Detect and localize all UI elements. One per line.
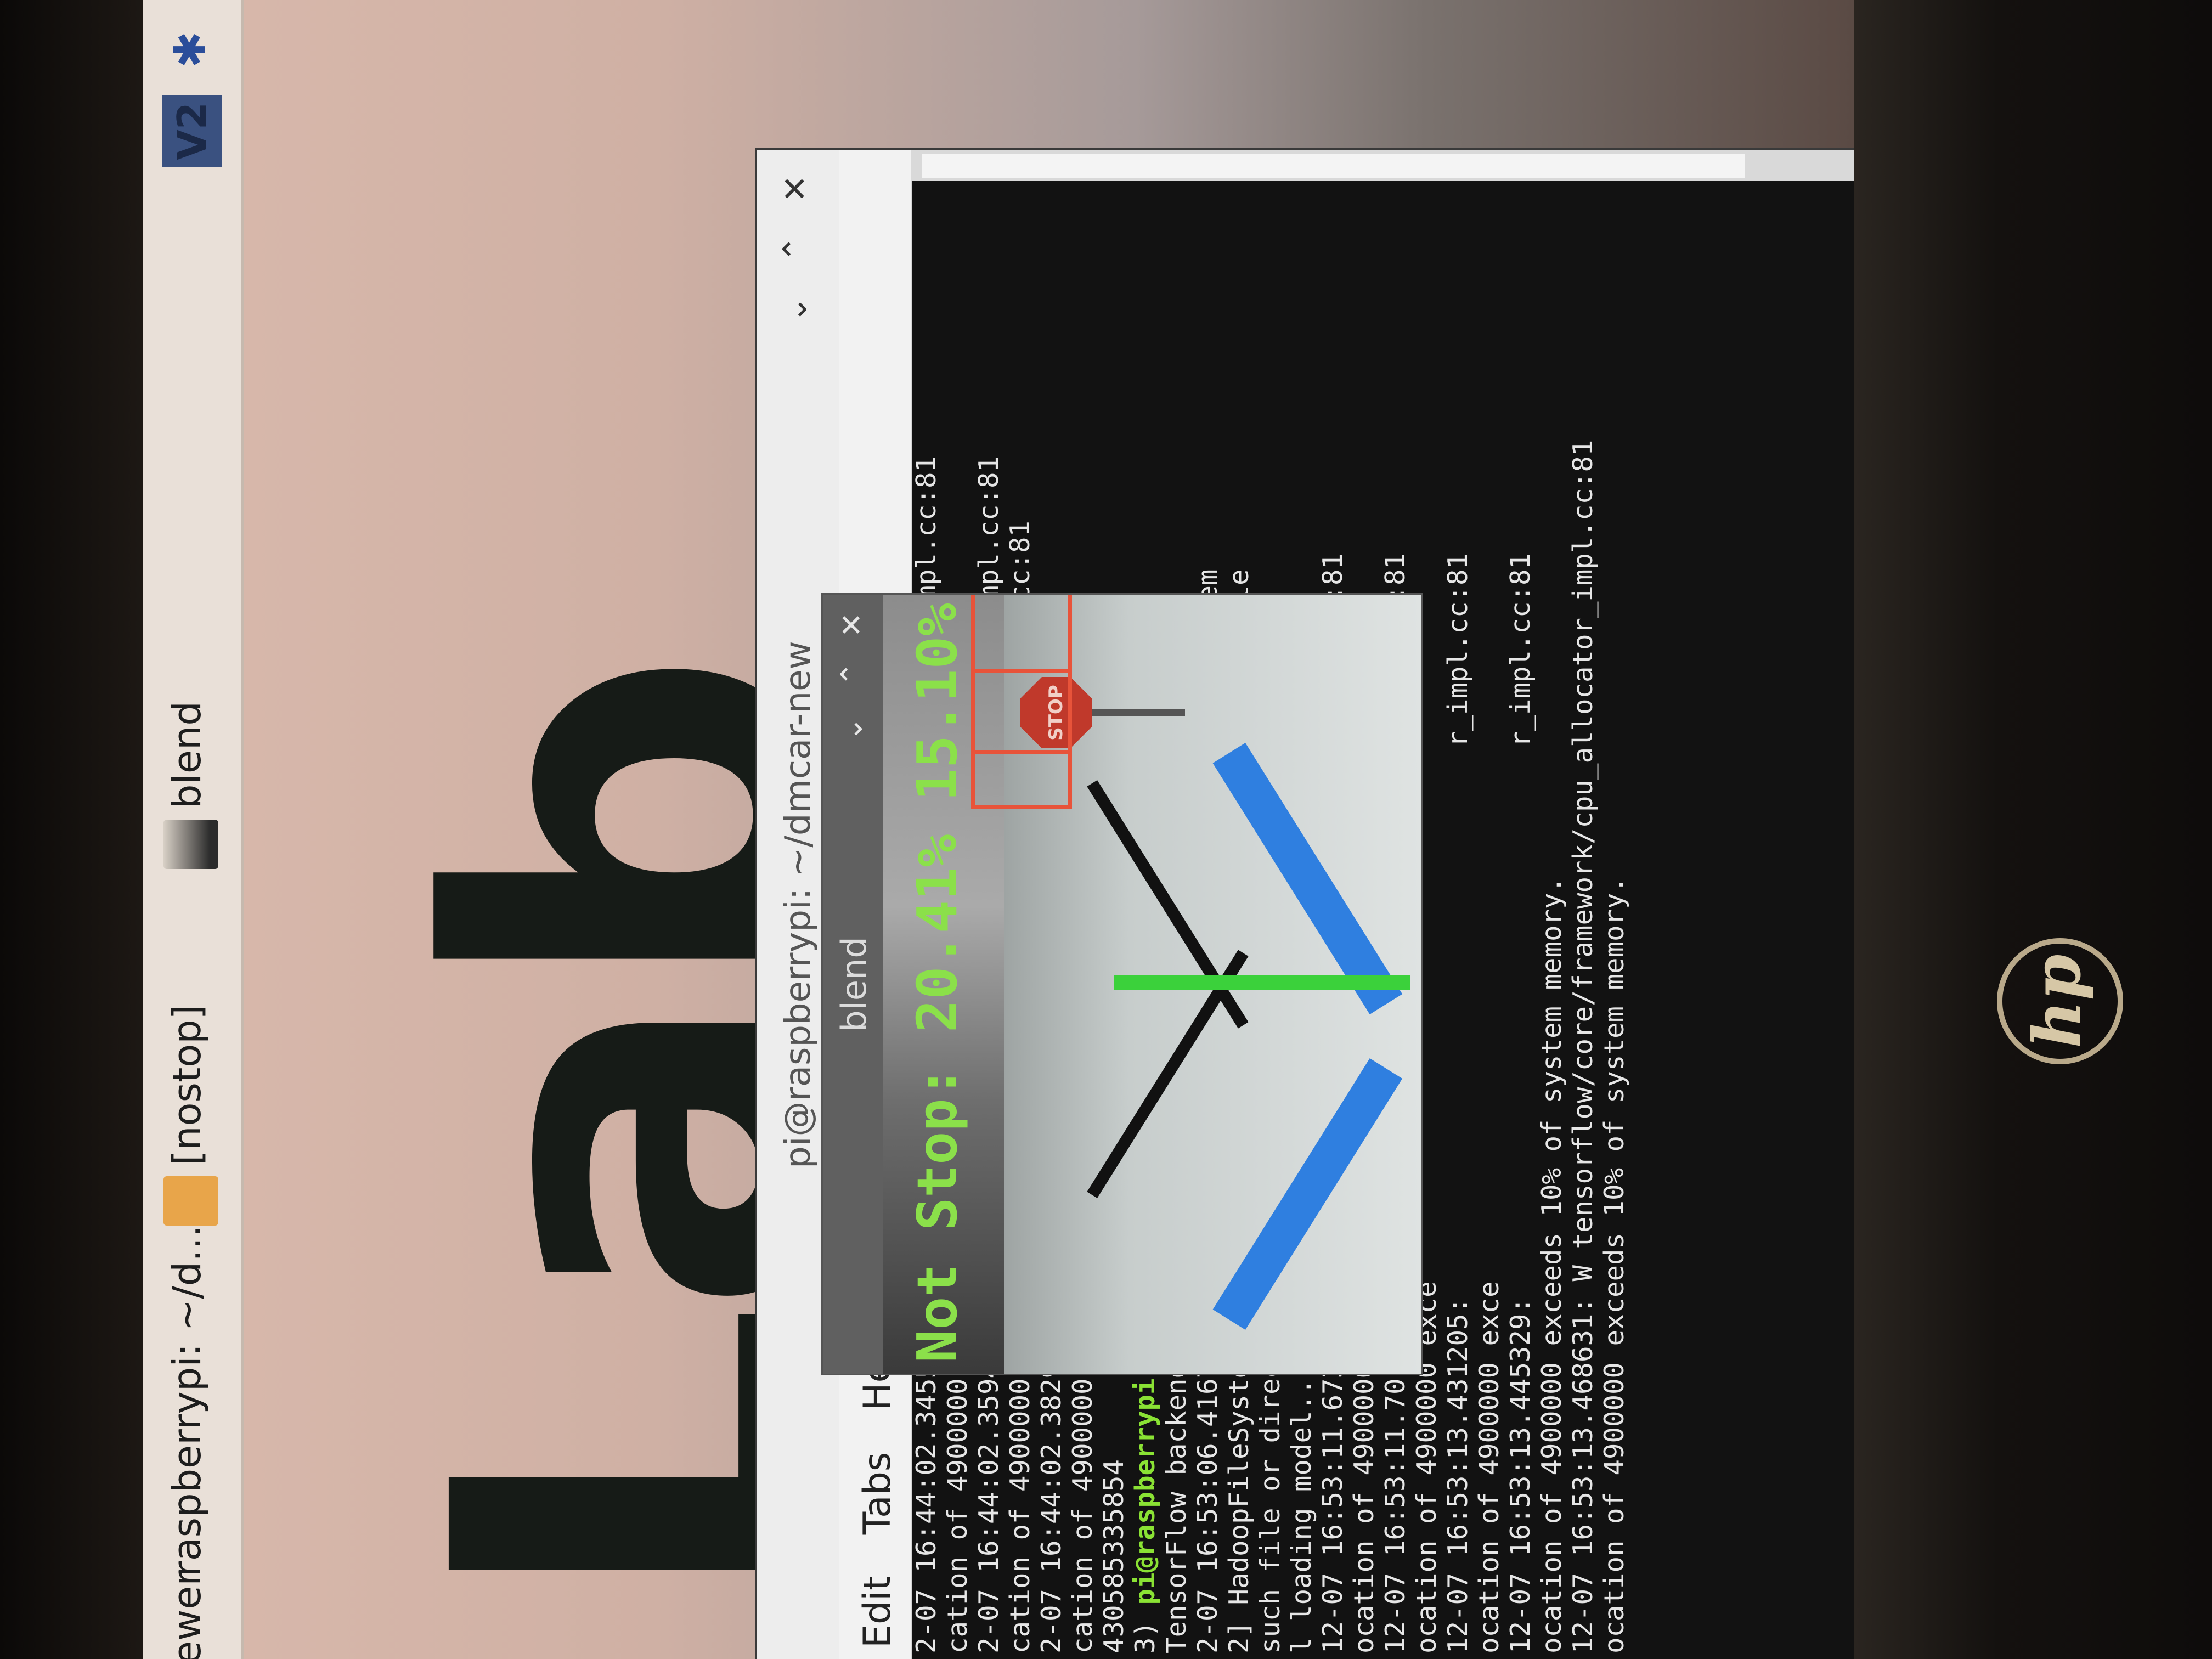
stop-sign-post [1092,709,1185,716]
taskbar-item-blend[interactable]: blend [165,701,210,809]
laptop-bezel-right [1854,0,2212,1659]
hp-logo: hp [1997,938,2123,1064]
folder-icon [163,1176,218,1226]
terminal-title: pi@raspberrypi: ~/dmcar-new [778,641,819,1169]
terminal-line: 12-07 16:53:13.445329: r_impl.cc:81 [1505,552,1536,1654]
detection-overlay-text: Not Stop: 20.41% 15.10% [905,603,969,1363]
bluetooth-icon[interactable]: ✱ [165,31,216,68]
menu-edit[interactable]: Edit [856,1576,899,1648]
heading-line [1114,975,1410,990]
blend-titlebar: blend ⌄ ⌃ ✕ [823,595,883,1374]
laptop-bezel-left [0,0,143,1659]
laptop-screen: Lab ewer raspberrypi: ~/d... [nostop] bl… [143,0,1854,1659]
maximize-icon[interactable]: ⌃ [774,227,817,271]
scrollbar-thumb[interactable] [922,154,1745,178]
terminal-line: 12-07 16:53:13.431205: r_impl.cc:81 [1442,552,1474,1654]
taskbar-item-nostop[interactable]: [nostop] [165,1005,210,1165]
menu-tabs[interactable]: Tabs [856,1452,899,1535]
terminal-line: ocation of 4900000 exce [1474,1281,1505,1654]
camera-frame: STOP Not Stop: 20.41% 15.10% [883,595,1421,1374]
terminal-prompt: pi@raspberrypi [1130,1378,1161,1605]
blend-close-icon[interactable]: ✕ [833,606,871,644]
minimize-icon[interactable]: ⌄ [774,287,817,331]
taskbar-item-terminal[interactable]: raspberrypi: ~/d... [165,1225,210,1577]
close-icon[interactable]: ✕ [774,167,817,211]
blend-maximize-icon[interactable]: ⌃ [833,655,871,693]
rotated-desktop: Lab ewer raspberrypi: ~/d... [nostop] bl… [143,0,1854,1659]
blend-minimize-icon[interactable]: ⌄ [833,710,871,748]
window-thumbnail-icon [163,820,218,869]
terminal-line: 12-07 16:53:13.468631: W tensorflow/core… [1567,439,1599,1654]
vnc-icon[interactable]: V2 [162,95,222,167]
taskbar: ewer raspberrypi: ~/d... [nostop] blend … [143,0,244,1659]
detection-box [971,595,1072,754]
terminal-scrollbar[interactable] [911,150,1854,181]
terminal-line: ocation of 4900000 exceeds 10% of system… [1599,876,1630,1654]
taskbar-item-viewer[interactable]: ewer [165,1570,210,1659]
terminal-line: ocation of 4900000 exceeds 10% of system… [1536,876,1567,1654]
blend-window: blend ⌄ ⌃ ✕ STOP Not Stop: 20.41% 15.10% [823,595,1421,1374]
